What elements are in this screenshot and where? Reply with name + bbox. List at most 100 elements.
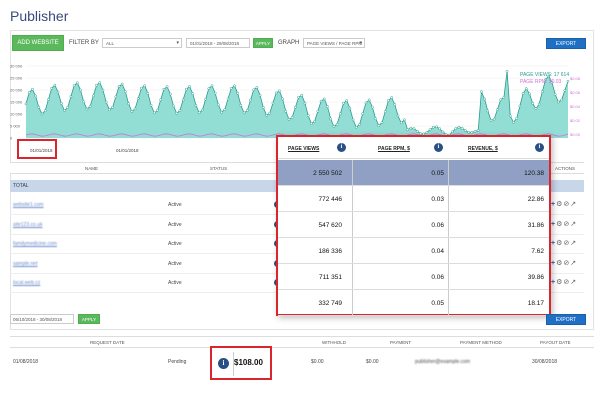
pageviews-point	[322, 97, 326, 101]
export-button[interactable]: EXPORT	[546, 38, 586, 49]
trend-icon[interactable]: ↗	[570, 200, 577, 208]
website-link[interactable]: website1.com	[13, 202, 44, 208]
stats-divider	[352, 160, 353, 185]
pageviews-point	[467, 130, 470, 134]
add-website-button[interactable]: ADD WEBSITE	[12, 35, 64, 51]
website-status: Active	[168, 221, 182, 228]
date-range-input[interactable]: 01/01/2018 - 29/08/2018	[186, 38, 250, 48]
pageviews-point	[75, 81, 79, 85]
pageviews-point	[300, 93, 304, 97]
pageviews-point	[399, 121, 403, 125]
pageviews-point	[188, 85, 191, 88]
pageviews-point	[496, 108, 499, 111]
website-status: Active	[168, 202, 182, 208]
pageviews-point	[162, 87, 166, 91]
pageviews-point	[348, 106, 352, 110]
pageviews-point	[403, 118, 406, 122]
pageviews-point	[136, 97, 140, 100]
stats-row: 772 446 0.03 22.86	[278, 186, 549, 212]
pageviews-point	[59, 102, 63, 105]
trend-icon[interactable]: ↗	[570, 239, 577, 247]
info-icon[interactable]: i	[535, 143, 544, 152]
payments-export-button[interactable]: EXPORT	[546, 314, 586, 325]
stats-row: 332 749 0.05 18.17	[278, 290, 549, 316]
website-link[interactable]: site123.co.uk	[13, 222, 42, 228]
pageviews-point	[111, 105, 114, 109]
pageviews-point	[53, 83, 57, 87]
pageviews-point	[66, 106, 70, 109]
info-icon[interactable]: i	[218, 358, 229, 369]
pageviews-point	[470, 131, 474, 134]
block-icon[interactable]: ⊘	[563, 220, 570, 228]
stats-divider	[448, 264, 449, 289]
pageviews-point	[242, 111, 246, 115]
header-payment-method: PAYMENT METHOD	[460, 340, 502, 345]
block-icon[interactable]: ⊘	[563, 239, 570, 247]
pageviews-point	[69, 95, 73, 98]
pageviews-point	[124, 90, 127, 94]
block-icon[interactable]: ⊘	[563, 200, 570, 208]
row-actions: +⚙⊘↗	[551, 220, 577, 228]
pageviews-point	[104, 100, 108, 104]
pageviews-point	[515, 117, 519, 120]
pageviews-point	[531, 102, 535, 105]
pageviews-point	[396, 114, 400, 118]
gear-icon[interactable]: ⚙	[556, 239, 563, 247]
pageviews-point	[310, 122, 313, 125]
pageviews-point	[476, 129, 480, 132]
trend-icon[interactable]: ↗	[570, 278, 577, 286]
gear-icon[interactable]: ⚙	[556, 259, 563, 267]
chevron-down-icon: ▾	[359, 40, 362, 46]
pageviews-point	[165, 85, 169, 88]
filter-select[interactable]: ALL ▾	[102, 38, 182, 48]
stats-revenue: 18.17	[527, 300, 544, 307]
stats-page-rpm: 0.06	[431, 222, 444, 229]
payment-request-date: 01/08/2018	[13, 359, 39, 365]
pageviews-point	[342, 101, 345, 105]
pageviews-point	[406, 128, 409, 131]
pageviews-point	[98, 81, 102, 84]
pageviews-point	[226, 97, 230, 101]
pageviews-point	[428, 128, 432, 131]
graph-select[interactable]: PAGE VIEWS / PAGE RPM ▾	[303, 38, 365, 48]
pageviews-point	[47, 98, 50, 101]
pageviews-point	[557, 100, 560, 104]
y-tick-label: 5 000	[10, 124, 21, 129]
gear-icon[interactable]: ⚙	[556, 200, 563, 208]
trend-icon[interactable]: ↗	[570, 220, 577, 228]
info-icon[interactable]: i	[434, 143, 443, 152]
stats-revenue: 31.86	[527, 222, 544, 229]
pageviews-point	[194, 104, 198, 107]
pageviews-point	[361, 112, 365, 116]
filter-by-label: FILTER BY	[69, 40, 99, 46]
block-icon[interactable]: ⊘	[563, 278, 570, 286]
website-link[interactable]: familymedicine.com	[13, 241, 57, 247]
payments-toolbar: 06/10/2018 - 30/08/2018 APPLY EXPORT	[10, 314, 586, 326]
website-link[interactable]: local.web.cz	[13, 280, 40, 286]
pageviews-point	[297, 95, 300, 99]
pageviews-point	[82, 100, 86, 104]
payments-date-range-input[interactable]: 06/10/2018 - 30/08/2018	[10, 314, 74, 324]
pageviews-point	[229, 86, 233, 90]
graph-select-value: PAGE VIEWS / PAGE RPM	[307, 40, 363, 46]
highlight-start-date	[17, 139, 57, 159]
apply-button[interactable]: APPLY	[253, 38, 273, 48]
total-label: TOTAL	[13, 183, 29, 189]
pageviews-point	[201, 108, 204, 112]
stats-page-views: 332 749	[318, 300, 343, 307]
rpm-tick-label: $0.04	[570, 104, 581, 109]
gear-icon[interactable]: ⚙	[556, 220, 563, 228]
payments-apply-button[interactable]: APPLY	[78, 314, 100, 324]
info-icon[interactable]: i	[337, 143, 346, 152]
block-icon[interactable]: ⊘	[563, 259, 570, 267]
pageviews-point	[451, 130, 454, 134]
pageviews-point	[281, 97, 284, 101]
pageviews-point	[435, 125, 438, 129]
legend-pageviews: PAGE VIEWS: 17 614	[520, 72, 569, 78]
payment-amount-highlight: i $108.00	[210, 346, 272, 380]
website-link[interactable]: sample.net	[13, 261, 37, 267]
pageviews-point	[415, 129, 419, 133]
pageviews-point	[197, 111, 201, 115]
gear-icon[interactable]: ⚙	[556, 278, 563, 286]
trend-icon[interactable]: ↗	[570, 259, 577, 267]
